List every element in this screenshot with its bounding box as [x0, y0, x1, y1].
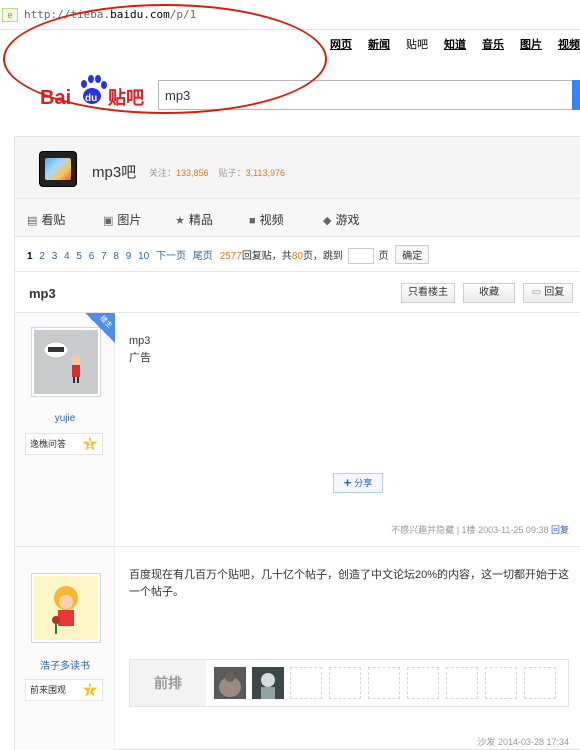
front-row-avatar[interactable] — [252, 667, 284, 699]
top-nav: 网页 新闻 贴吧 知道 音乐 图片 视频 — [314, 36, 580, 52]
forum-stats: 关注：133,856 贴子：3,113,976 — [149, 168, 285, 178]
page-link[interactable]: 9 — [126, 251, 132, 262]
avatar[interactable] — [31, 573, 101, 643]
front-row-empty-slot[interactable] — [446, 667, 478, 699]
username[interactable]: 浩子多读书 — [15, 657, 115, 672]
reply-count: 2577 — [219, 251, 242, 262]
member-badge[interactable]: 前来围观 7 — [25, 679, 103, 701]
baidu-tieba-logo[interactable]: Bai du 贴吧 — [40, 74, 150, 110]
page-link[interactable]: 3 — [52, 251, 58, 262]
logo-text-du: du — [85, 93, 97, 104]
front-row-panel: 前排 — [129, 659, 569, 707]
post-meta: 不感兴趣并隐藏 | 1楼 2003-11-25 09:38 回复 — [391, 525, 569, 535]
pagination: 1 2 3 4 5 6 7 8 9 10 下一页 尾页 2577回复贴，共80页… — [27, 245, 433, 265]
nav-images[interactable]: 图片 — [520, 36, 542, 52]
image-icon: ▣ — [103, 215, 114, 227]
post-floor-2: 浩子多读书 前来围观 7 百度现在有几百万个贴吧，几十亿个帖子，创造了中文论坛20… — [15, 547, 580, 750]
jump-confirm-button[interactable]: 确定 — [395, 245, 430, 264]
comment-icon: ▭ — [531, 287, 542, 298]
front-row-avatar[interactable] — [214, 667, 246, 699]
forum-name[interactable]: mp3吧 — [92, 161, 136, 182]
thread-header: mp3 只看楼主 收藏 ▭ 回复 — [15, 271, 580, 313]
page-link[interactable]: 8 — [113, 251, 119, 262]
forum-header: mp3吧 关注：133,856 贴子：3,113,976 — [15, 137, 580, 199]
page-link[interactable]: 2 — [39, 251, 45, 262]
page-link[interactable]: 7 — [101, 251, 107, 262]
last-page-link[interactable]: 尾页 — [193, 251, 213, 262]
tab-posts[interactable]: ▤ 看贴 — [27, 211, 65, 228]
tab-images[interactable]: ▣ 图片 — [103, 211, 141, 228]
jump-page-input[interactable] — [347, 248, 374, 265]
post-floor-1: yujie 逸樵问答 1 楼主 mp3 广告 + 分享 不感兴趣并隐藏 | 1楼 2… — [15, 313, 580, 547]
member-badge[interactable]: 逸樵问答 1 — [25, 433, 103, 455]
front-row-empty-slot[interactable] — [485, 667, 517, 699]
level-star-icon: 1 — [82, 436, 98, 451]
thread-title: mp3 — [29, 286, 56, 301]
hide-link[interactable]: 不感兴趣并隐藏 — [391, 525, 454, 535]
list-icon: ▤ — [27, 215, 38, 227]
page-link[interactable]: 5 — [76, 251, 82, 262]
gamepad-icon: ◆ — [323, 215, 332, 227]
page-link[interactable]: 6 — [89, 251, 95, 262]
nav-tieba: 贴吧 — [406, 38, 428, 51]
post-author-panel: yujie 逸樵问答 1 — [15, 313, 115, 546]
logo-text-bai: Bai — [40, 87, 71, 109]
forum-tabs: ▤ 看贴 ▣ 图片 ★ 精品 ■ 视频 ◆ 游戏 — [15, 199, 580, 237]
page-count: 80 — [291, 251, 303, 262]
tab-games[interactable]: ◆ 游戏 — [323, 211, 359, 228]
search-input[interactable] — [159, 81, 559, 109]
reply-button[interactable]: ▭ 回复 — [523, 283, 573, 303]
forum-avatar[interactable] — [39, 151, 77, 187]
tab-featured[interactable]: ★ 精品 — [175, 211, 213, 228]
star-icon: ★ — [175, 215, 185, 227]
post-author-panel: 浩子多读书 前来围观 7 — [15, 547, 115, 750]
front-row-empty-slot[interactable] — [407, 667, 439, 699]
front-row-empty-slot[interactable] — [368, 667, 400, 699]
page-link[interactable]: 10 — [138, 251, 149, 262]
search-button[interactable] — [572, 80, 580, 110]
plus-icon: + — [343, 475, 352, 490]
post-content: mp3 广告 — [129, 335, 151, 364]
nav-video[interactable]: 视频 — [558, 36, 580, 52]
front-row-label: 前排 — [130, 660, 206, 706]
front-row-empty-slot[interactable] — [290, 667, 322, 699]
op-corner-badge: 楼主 — [85, 313, 115, 343]
share-button[interactable]: + 分享 — [333, 473, 383, 493]
url-text[interactable]: http://tieba.baidu.com/p/1 — [24, 8, 196, 21]
logo-text-tieba: 贴吧 — [108, 87, 144, 109]
nav-web[interactable]: 网页 — [330, 36, 352, 52]
front-row-empty-slot[interactable] — [524, 667, 556, 699]
nav-news[interactable]: 新闻 — [368, 36, 390, 52]
page-icon: e — [2, 8, 18, 22]
page-link[interactable]: 4 — [64, 251, 70, 262]
forum-card: mp3吧 关注：133,856 贴子：3,113,976 ▤ 看贴 ▣ 图片 ★ 精品… — [14, 136, 580, 750]
next-page-link[interactable]: 下一页 — [156, 251, 186, 262]
post-content: 百度现在有几百万个贴吧，几十亿个帖子，创造了中文论坛20%的内容，这一切都开始于… — [129, 569, 570, 598]
front-row-empty-slot[interactable] — [329, 667, 361, 699]
nav-zhidao[interactable]: 知道 — [444, 36, 466, 52]
address-bar[interactable]: e http://tieba.baidu.com/p/1 — [0, 0, 580, 30]
video-icon: ■ — [249, 215, 256, 227]
level-star-icon: 7 — [82, 682, 98, 697]
tab-video[interactable]: ■ 视频 — [249, 211, 284, 228]
post-meta: 沙发 2014-03-28 17:34 — [477, 737, 569, 747]
username[interactable]: yujie — [15, 413, 115, 424]
favorite-button[interactable]: 收藏 — [463, 283, 515, 303]
nav-music[interactable]: 音乐 — [482, 36, 504, 52]
search-box[interactable] — [158, 80, 580, 110]
page-current: 1 — [27, 251, 33, 262]
reply-link[interactable]: 回复 — [551, 525, 569, 535]
only-op-button[interactable]: 只看楼主 — [401, 283, 455, 303]
